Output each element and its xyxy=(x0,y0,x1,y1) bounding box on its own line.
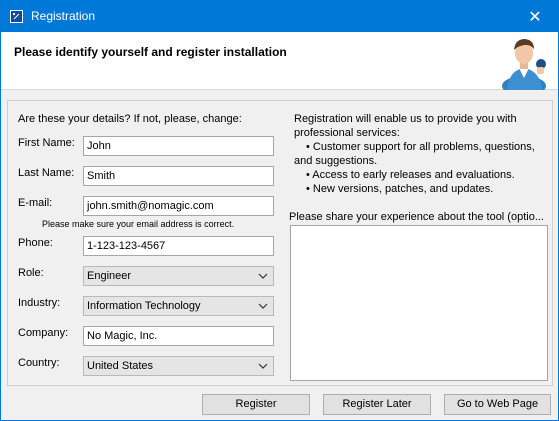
page-title: Please identify yourself and register in… xyxy=(14,45,287,59)
role-value: Engineer xyxy=(87,270,132,282)
country-select[interactable]: United States xyxy=(83,356,274,376)
info-bullet: • Access to early releases and evaluatio… xyxy=(306,169,515,181)
first-name-label: First Name: xyxy=(18,137,75,149)
phone-field[interactable]: 1-123-123-4567 xyxy=(83,236,274,256)
feedback-label: Please share your experience about the t… xyxy=(289,211,544,223)
chevron-down-icon xyxy=(258,303,268,309)
industry-label: Industry: xyxy=(18,297,61,309)
email-hint: Please make sure your email address is c… xyxy=(42,219,235,229)
dialog-header: Please identify yourself and register in… xyxy=(1,32,558,90)
register-later-button[interactable]: Register Later xyxy=(323,394,431,415)
title-bar[interactable]: Registration ✕ xyxy=(1,1,558,32)
country-value: United States xyxy=(87,360,154,372)
industry-value: Information Technology xyxy=(87,300,201,312)
info-bullet: • New versions, patches, and updates. xyxy=(306,183,494,195)
country-label: Country: xyxy=(18,357,60,369)
form-intro: Are these your details? If not, please, … xyxy=(18,113,242,125)
company-label: Company: xyxy=(18,327,69,339)
info-line: and suggestions. xyxy=(294,155,378,167)
last-name-field[interactable]: Smith xyxy=(83,166,274,186)
register-button[interactable]: Register xyxy=(202,394,310,415)
close-icon[interactable]: ✕ xyxy=(512,1,558,32)
role-select[interactable]: Engineer xyxy=(83,266,274,286)
industry-select[interactable]: Information Technology xyxy=(83,296,274,316)
first-name-field[interactable]: John xyxy=(83,136,274,156)
feedback-textarea[interactable] xyxy=(290,225,548,381)
window-title: Registration xyxy=(31,9,96,23)
chevron-down-icon xyxy=(258,363,268,369)
registration-info: Registration will enable us to provide y… xyxy=(294,112,535,196)
magicdraw-icon xyxy=(10,10,23,23)
info-line: Registration will enable us to provide y… xyxy=(294,113,517,125)
email-label: E-mail: xyxy=(18,197,53,209)
registration-dialog: Registration ✕ Please identify yourself … xyxy=(0,0,559,421)
phone-label: Phone: xyxy=(18,237,53,249)
user-avatar-icon xyxy=(502,39,546,90)
go-to-web-page-button[interactable]: Go to Web Page xyxy=(444,394,551,415)
last-name-label: Last Name: xyxy=(18,167,75,179)
info-line: professional services: xyxy=(294,127,400,139)
info-bullet: • Customer support for all problems, que… xyxy=(306,141,535,153)
email-field[interactable]: john.smith@nomagic.com xyxy=(83,196,274,216)
role-label: Role: xyxy=(18,267,44,279)
company-field[interactable]: No Magic, Inc. xyxy=(83,326,274,346)
chevron-down-icon xyxy=(258,273,268,279)
